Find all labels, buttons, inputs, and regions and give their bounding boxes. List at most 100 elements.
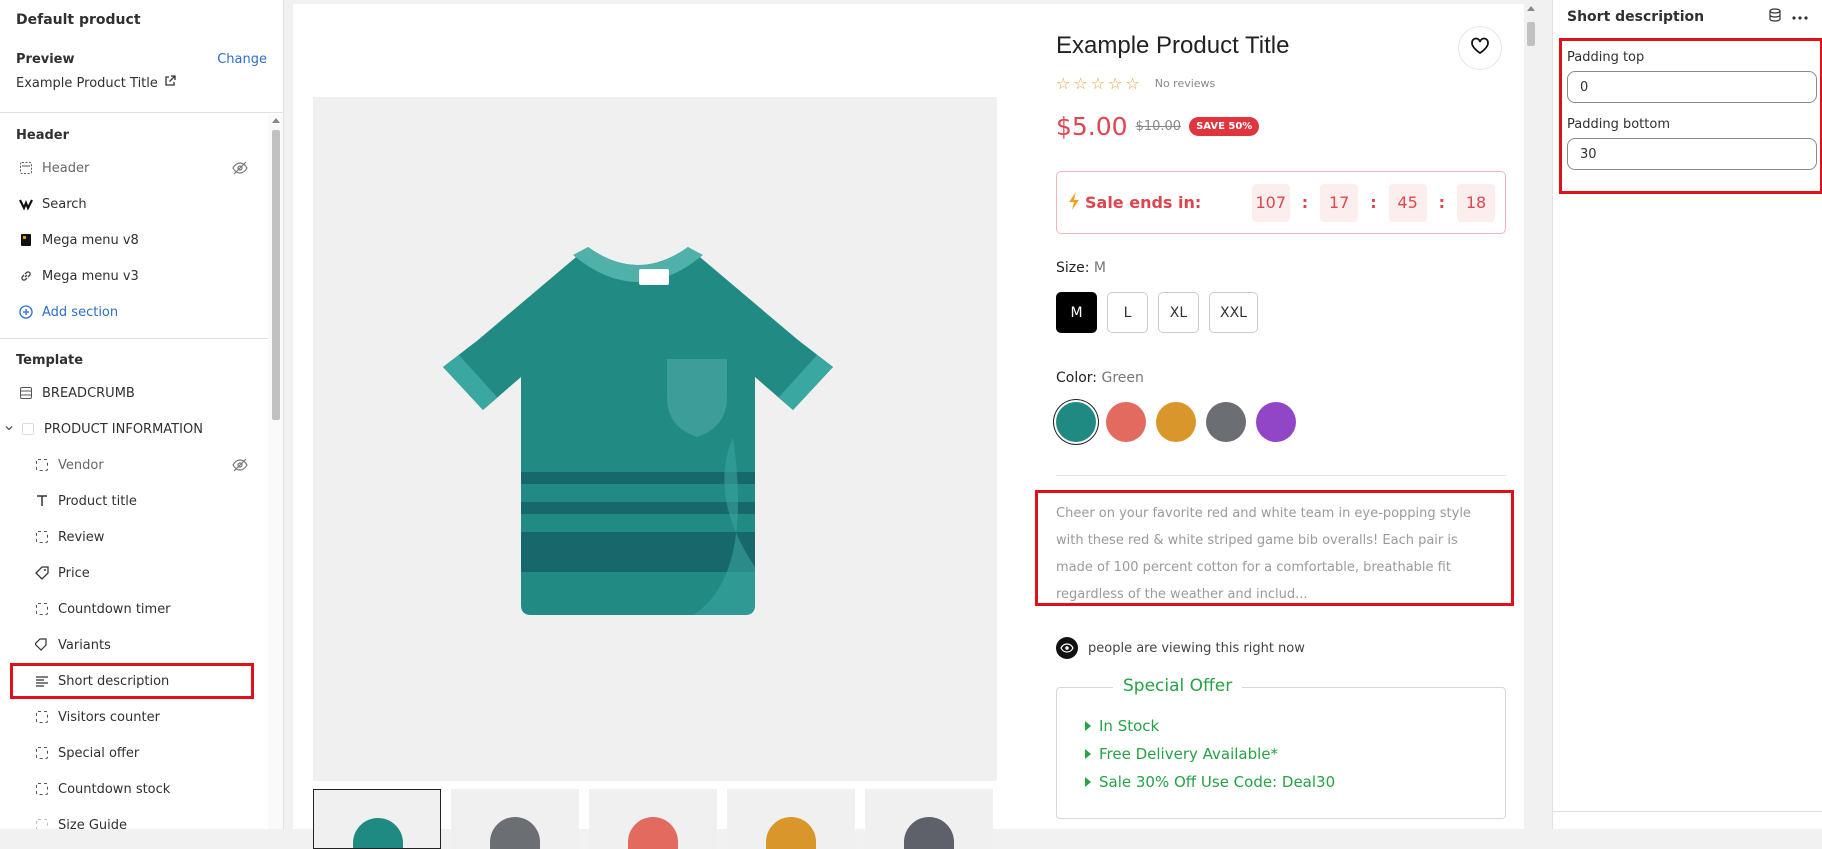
offer-line: Free Delivery Available* <box>1085 740 1479 768</box>
section-item-header[interactable]: Header <box>0 150 268 186</box>
viewers-text: people are viewing this right now <box>1088 640 1305 656</box>
scroll-up-icon[interactable] <box>272 118 280 123</box>
preview-product-link[interactable]: Example Product Title <box>16 75 267 91</box>
block-item-product-title[interactable]: Product title <box>0 483 268 519</box>
padding-settings: Padding top 0 Padding bottom 30 <box>1559 38 1822 194</box>
block-item-countdown-stock[interactable]: Countdown stock <box>0 771 268 807</box>
color-swatch-orange[interactable] <box>1156 402 1196 442</box>
section-item-mega-menu-v8[interactable]: Mega menu v8 <box>0 222 268 258</box>
heart-icon <box>1470 37 1490 59</box>
current-price: $5.00 <box>1056 112 1128 141</box>
eye-icon <box>1056 637 1078 659</box>
thumbnail-strip <box>313 789 993 849</box>
color-swatch-purple[interactable] <box>1256 402 1296 442</box>
tshirt-image <box>443 247 833 615</box>
size-selector: M L XL XXL <box>1056 292 1258 333</box>
size-option-xl[interactable]: XL <box>1158 292 1199 333</box>
preview-canvas: Example Product Title ☆ ☆ ☆ ☆ ☆ No reviews $… <box>293 4 1524 849</box>
block-label: Review <box>58 529 105 545</box>
block-item-review[interactable]: Review <box>0 519 268 555</box>
section-item-product-information[interactable]: PRODUCT INFORMATION <box>0 411 268 447</box>
thumbnail-green[interactable] <box>313 789 441 849</box>
padding-bottom-input[interactable]: 30 <box>1567 138 1817 170</box>
section-item-search[interactable]: Search <box>0 186 268 222</box>
block-item-variants[interactable]: Variants <box>0 627 268 663</box>
change-preview-button[interactable]: Change <box>217 52 267 67</box>
star-icon: ☆ <box>1073 74 1088 93</box>
block-label: Special offer <box>58 745 140 761</box>
countdown-separator: : <box>1370 193 1377 212</box>
save-badge: SAVE 50% <box>1189 117 1260 136</box>
rating-stars: ☆ ☆ ☆ ☆ ☆ No reviews <box>1056 74 1215 93</box>
size-option-m[interactable]: M <box>1056 292 1097 333</box>
block-item-visitors-counter[interactable]: Visitors counter <box>0 699 268 735</box>
review-count: No reviews <box>1154 77 1216 90</box>
color-option-label: Color: Green <box>1056 370 1144 386</box>
block-label: Countdown timer <box>58 601 171 617</box>
size-option-xxl[interactable]: XXL <box>1209 292 1258 333</box>
block-label: Visitors counter <box>58 709 160 725</box>
countdown-minutes: 45 <box>1388 183 1427 222</box>
add-section-button[interactable]: Add section <box>0 294 268 330</box>
thumbnail-gray[interactable] <box>451 789 579 849</box>
block-item-countdown-timer[interactable]: Countdown timer <box>0 591 268 627</box>
sidebar-scrollbar[interactable] <box>268 114 283 829</box>
hidden-eye-icon[interactable] <box>232 160 248 180</box>
block-item-vendor[interactable]: Vendor <box>0 447 268 483</box>
block-label: Size Guide <box>58 817 127 830</box>
size-value: M <box>1093 260 1107 276</box>
star-icon: ☆ <box>1108 74 1123 93</box>
color-swatch-green[interactable] <box>1056 402 1096 442</box>
block-item-short-description[interactable]: Short description <box>10 663 254 699</box>
star-icon: ☆ <box>1056 74 1071 93</box>
compare-price: $10.00 <box>1135 119 1182 134</box>
color-swatch-gray[interactable] <box>1206 402 1246 442</box>
product-title: Example Product Title <box>1056 32 1290 59</box>
section-item-mega-menu-v3[interactable]: Mega menu v3 <box>0 258 268 294</box>
external-link-icon <box>164 75 176 91</box>
block-item-price[interactable]: Price <box>0 555 268 591</box>
lightning-icon <box>1067 191 1081 215</box>
offer-line-text: In Stock <box>1099 717 1160 735</box>
sale-label: Sale ends in: <box>1085 193 1202 212</box>
padding-top-label: Padding top <box>1567 50 1645 65</box>
offer-line-text: Sale 30% Off Use Code: Deal30 <box>1099 773 1336 791</box>
wishlist-button[interactable] <box>1458 26 1502 70</box>
offer-line: In Stock <box>1085 712 1479 740</box>
color-selector <box>1056 402 1296 442</box>
countdown-separator: : <box>1301 193 1309 212</box>
block-icon <box>34 601 50 617</box>
color-swatch-red[interactable] <box>1106 402 1146 442</box>
hidden-eye-icon[interactable] <box>232 457 248 477</box>
more-options-icon[interactable] <box>1792 9 1808 25</box>
block-item-special-offer[interactable]: Special offer <box>0 735 268 771</box>
padding-top-input[interactable]: 0 <box>1567 71 1817 103</box>
short-description[interactable]: Cheer on your favorite red and white tea… <box>1035 490 1514 606</box>
database-icon[interactable] <box>1768 8 1782 26</box>
scrollbar-thumb[interactable] <box>1527 22 1535 46</box>
block-label: Vendor <box>58 457 104 473</box>
countdown-separator: : <box>1438 193 1445 212</box>
countdown-timer: Sale ends in: 107 : 17 : 45 : 18 <box>1056 171 1506 234</box>
thumbnail-dark[interactable] <box>865 789 993 849</box>
section-label: Mega menu v8 <box>42 232 139 248</box>
block-item-size-guide[interactable]: Size Guide <box>0 807 268 829</box>
mega-menu-app-icon <box>18 232 34 248</box>
thumbnail-shirt <box>904 817 954 849</box>
settings-title: Short description <box>1567 9 1705 25</box>
product-main-image[interactable] <box>313 97 997 781</box>
thumbnail-orange[interactable] <box>727 789 855 849</box>
price-block: $5.00 $10.00 SAVE 50% <box>1056 112 1260 141</box>
section-item-breadcrumb[interactable]: BREADCRUMB <box>0 375 268 411</box>
size-option-l[interactable]: L <box>1107 292 1148 333</box>
block-label: Short description <box>58 673 170 689</box>
thumbnail-red[interactable] <box>589 789 717 849</box>
section-label: Header <box>42 160 90 176</box>
countdown-days: 107 <box>1251 183 1290 222</box>
preview-scrollbar[interactable] <box>1524 0 1538 829</box>
block-label: Variants <box>58 637 111 653</box>
scroll-up-icon[interactable] <box>1527 6 1535 11</box>
chevron-down-icon[interactable] <box>4 422 14 437</box>
scrollbar-thumb[interactable] <box>272 130 280 420</box>
visitors-counter: people are viewing this right now <box>1056 637 1305 659</box>
